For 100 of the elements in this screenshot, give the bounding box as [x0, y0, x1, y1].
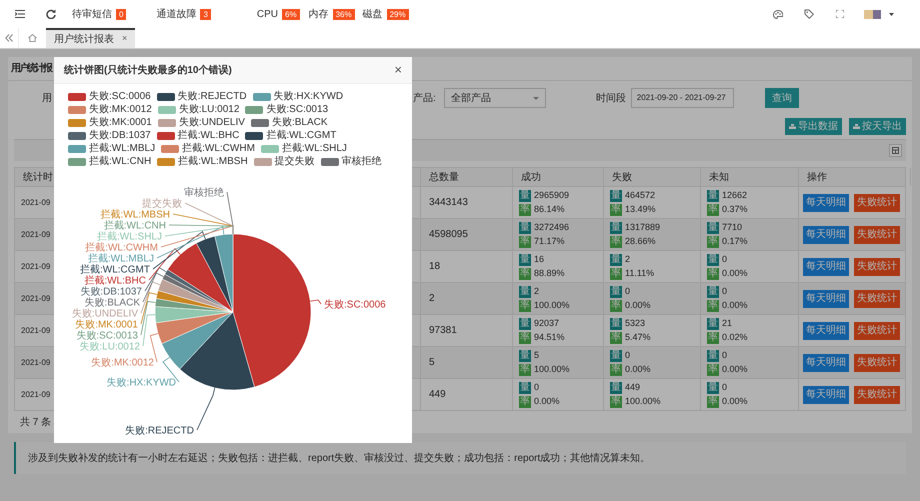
- slice-label: 审核拒绝: [184, 188, 224, 198]
- count-tag: 量: [707, 318, 719, 330]
- table-cell-text: 0.37%: [722, 202, 748, 216]
- printer-icon[interactable]: [853, 124, 860, 130]
- refresh-icon[interactable]: [46, 9, 56, 19]
- rate-tag: 率: [519, 364, 531, 376]
- product-dropdown[interactable]: 全部产品: [444, 88, 546, 108]
- rate-tag: 率: [610, 332, 622, 344]
- indicator-label: CPU: [256, 8, 278, 22]
- rate-tag: 率: [519, 300, 531, 312]
- count-tag: 量: [519, 254, 531, 266]
- caret-icon[interactable]: [889, 12, 894, 16]
- indicator-label: 磁盘: [362, 8, 383, 22]
- rate-tag: 率: [707, 364, 719, 376]
- failure-stats-button[interactable]: 失败统计: [854, 290, 900, 308]
- legend-swatch: [161, 144, 180, 152]
- failure-stats-button[interactable]: 失败统计: [854, 354, 900, 372]
- failure-stats-button[interactable]: 失败统计: [854, 386, 900, 404]
- table-cell-text: 449: [429, 388, 446, 402]
- slice-label: 拦截:WL:BHC: [84, 276, 146, 286]
- legend-label: 审核拒绝: [342, 155, 382, 168]
- legend-label: 拦截:WL:MBSH: [178, 155, 248, 168]
- count-tag: 量: [519, 222, 531, 234]
- table-cell-text: 449: [625, 380, 640, 394]
- daily-detail-button[interactable]: 每天明细: [803, 322, 849, 340]
- double-chevron-left-icon[interactable]: [5, 34, 13, 42]
- fullscreen-icon[interactable]: [836, 10, 844, 18]
- record-count: 共 7 条: [20, 416, 52, 430]
- query-button[interactable]: 查询: [764, 88, 799, 108]
- close-icon[interactable]: ×: [122, 32, 128, 46]
- legend-swatch: [158, 106, 176, 114]
- daily-detail-button[interactable]: 每天明细: [803, 354, 849, 372]
- export-button[interactable]: 导出数据: [785, 118, 842, 135]
- failure-stats-button[interactable]: 失败统计: [854, 194, 900, 212]
- leader-line: [196, 387, 216, 430]
- legend-label: 失败:HX:KYWD: [274, 90, 344, 103]
- table-cell-text: 0: [722, 380, 728, 394]
- count-badge: 3: [200, 8, 211, 20]
- table-cell-text: 92037: [534, 316, 560, 330]
- failure-stats-button[interactable]: 失败统计: [854, 258, 900, 276]
- table-cell-text: 5: [429, 356, 435, 370]
- date-range-field[interactable]: 2021-09-20 - 2021-09-27: [630, 88, 734, 108]
- legend-swatch: [156, 92, 175, 100]
- table-cell-text: 100.00%: [534, 298, 570, 312]
- table-cell-text: 0: [722, 348, 728, 362]
- legend-label: 拦截:WL:CGMT: [266, 129, 336, 142]
- legend-swatch: [252, 92, 271, 100]
- rate-tag: 率: [519, 268, 531, 280]
- table-cell-text: 28.66%: [625, 234, 656, 248]
- legend-label: 失败:MK:0001: [89, 116, 152, 129]
- page-title: 用户统计报: [11, 61, 51, 76]
- columns-icon[interactable]: [892, 147, 899, 154]
- close-icon[interactable]: ×: [394, 60, 402, 80]
- slice-label: 拦截:WL:CGMT: [80, 264, 150, 276]
- daily-detail-button[interactable]: 每天明细: [803, 386, 849, 404]
- avatar[interactable]: [864, 10, 881, 18]
- legend-label: 拦截:WL:MBLJ: [89, 142, 156, 155]
- home-icon[interactable]: [28, 34, 37, 42]
- slice-label: 失败:BLACK: [84, 298, 140, 308]
- table-cell-text: 0: [625, 284, 630, 298]
- table-cell: 2021-09: [21, 388, 50, 400]
- columns-button[interactable]: [889, 144, 902, 157]
- table-cell-text: 3272496: [534, 220, 570, 234]
- palette-icon[interactable]: [773, 10, 783, 18]
- daily-detail-button[interactable]: 每天明细: [803, 226, 849, 244]
- slice-label: 失败:LU:0012: [79, 342, 140, 352]
- slice-label: 拦截:WL:CWHM: [85, 242, 158, 254]
- table-cell-text: 100.00%: [625, 394, 661, 408]
- daily-detail-button[interactable]: 每天明细: [803, 194, 849, 212]
- rate-tag: 率: [610, 300, 622, 312]
- legend-swatch: [254, 158, 272, 166]
- table-cell-text: 0.00%: [625, 362, 651, 376]
- legend-swatch: [68, 106, 86, 114]
- legend-label: 失败:DB:1037: [89, 129, 151, 142]
- legend-label: 拦截:WL:SHLJ: [282, 142, 347, 155]
- failure-stats-button[interactable]: 失败统计: [854, 322, 900, 340]
- rate-tag: 率: [519, 396, 531, 408]
- export-button[interactable]: 按天导出: [849, 118, 906, 135]
- legend-swatch: [68, 118, 86, 126]
- table-cell-text: 0.00%: [722, 394, 748, 408]
- rate-tag: 率: [610, 204, 622, 216]
- daily-detail-button[interactable]: 每天明细: [803, 290, 849, 308]
- legend-swatch: [245, 106, 264, 114]
- slice-label: 失败:REJECTD: [125, 426, 194, 436]
- printer-icon[interactable]: [789, 124, 796, 130]
- tab[interactable]: 用户统计报表 ×: [46, 28, 136, 48]
- legend-swatch: [158, 118, 176, 126]
- legend-label: 拦截:WL:CNH: [89, 155, 152, 168]
- table-cell-text: 5: [534, 348, 540, 362]
- legend-swatch: [250, 118, 269, 126]
- tag-icon[interactable]: [804, 9, 814, 19]
- table-cell-text: 3443143: [429, 196, 468, 210]
- legend-swatch: [260, 144, 279, 152]
- count-tag: 量: [610, 318, 622, 330]
- legend-swatch: [68, 92, 86, 100]
- menu-icon[interactable]: [15, 10, 25, 18]
- failure-stats-button[interactable]: 失败统计: [854, 226, 900, 244]
- legend-label: 拦截:WL:BHC: [178, 129, 240, 142]
- daily-detail-button[interactable]: 每天明细: [803, 258, 849, 276]
- table-cell-text: 0.00%: [534, 394, 560, 408]
